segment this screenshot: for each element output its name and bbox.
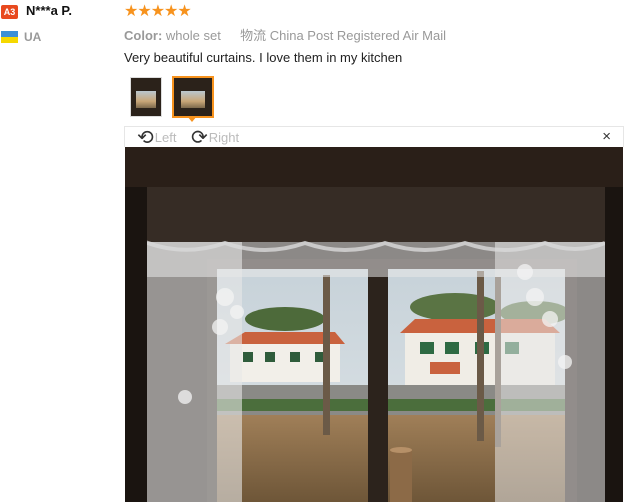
rotate-left-icon: ⟲ xyxy=(137,126,154,149)
photo-thumbnail-1[interactable] xyxy=(130,77,162,117)
selected-indicator xyxy=(187,116,197,122)
review-text: Very beautiful curtains. I love them in … xyxy=(124,50,403,65)
country-flag-icon xyxy=(1,31,18,43)
rotate-right-icon: ⟳ xyxy=(191,126,208,149)
rotate-right-label: Right xyxy=(208,130,240,145)
rotate-left-button[interactable]: ⟲ Left xyxy=(137,127,176,148)
buyer-level-badge: A3 xyxy=(1,5,18,19)
review-photo xyxy=(125,147,623,502)
color-value: whole set xyxy=(165,28,221,43)
buyer-country: UA xyxy=(24,30,42,44)
close-icon[interactable]: × xyxy=(602,129,611,145)
photo-thumbnail-2[interactable] xyxy=(172,76,214,118)
shipping-label: 物流 xyxy=(240,28,267,43)
color-label: Color: xyxy=(124,28,163,43)
buyer-name: N***a P. xyxy=(26,3,73,18)
shipping-value: China Post Registered Air Mail xyxy=(269,28,447,43)
viewer-toolbar: ⟲ Left ⟳ Right × xyxy=(124,126,624,148)
rotate-left-label: Left xyxy=(154,130,177,145)
order-attributes: Color: whole set 物流 China Post Registere… xyxy=(124,25,446,44)
rotate-right-button[interactable]: ⟳ Right xyxy=(191,127,239,148)
review-photo-viewer xyxy=(125,147,623,502)
rating-stars: ★★★★★ xyxy=(124,3,192,20)
reviewer-panel: A3 N***a P. UA xyxy=(0,0,118,502)
